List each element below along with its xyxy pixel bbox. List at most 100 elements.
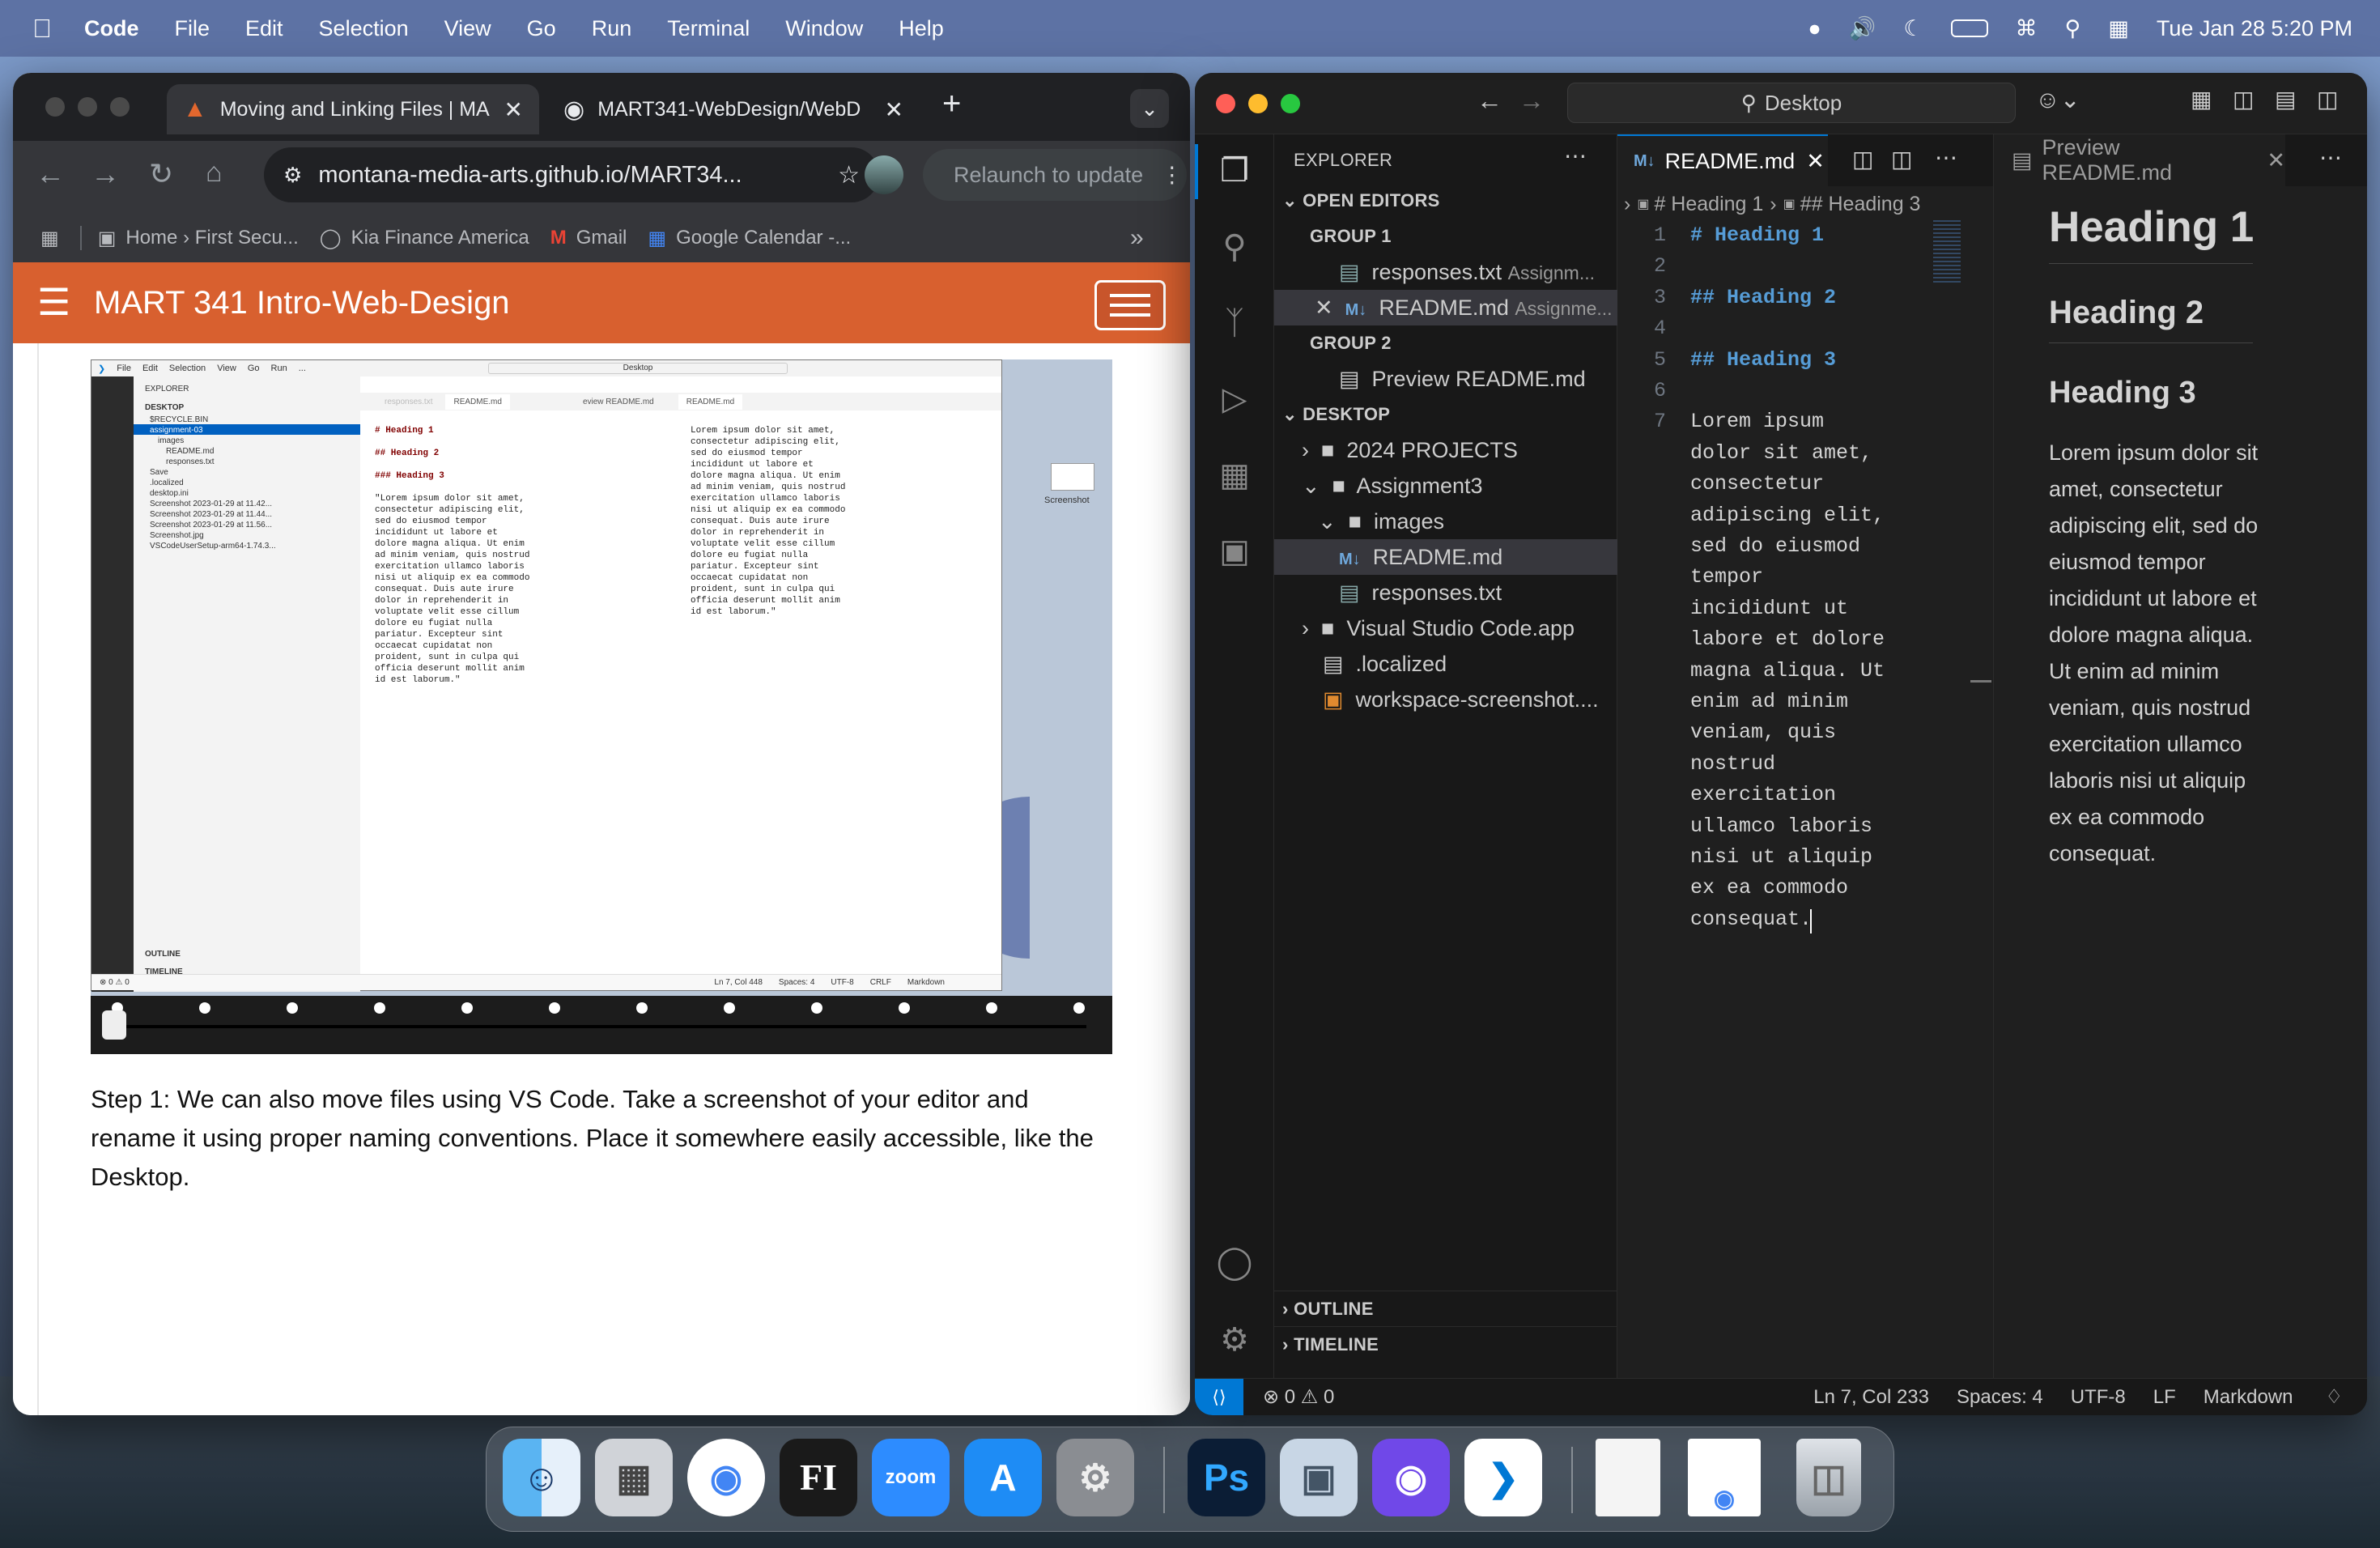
accounts-icon[interactable]: ◯ — [1214, 1242, 1255, 1282]
code-area[interactable]: 1 # Heading 1 2 3 ## Heading 2 4 5 ## Heading 3… — [1617, 223, 1974, 1357]
code-line[interactable]: adipiscing elit, — [1690, 504, 1885, 527]
app-menu-code[interactable]: Code — [84, 16, 139, 41]
open-editors-header[interactable]: ⌄ OPEN EDITORS — [1274, 183, 1617, 219]
outline-section[interactable]: › OUTLINE — [1274, 1291, 1617, 1326]
code-line[interactable]: tempor — [1690, 565, 1763, 589]
dock-document[interactable] — [1596, 1439, 1660, 1516]
minimize-window-button[interactable] — [78, 97, 97, 117]
dock-chrome-document[interactable]: ◉ — [1688, 1439, 1761, 1516]
dock-github-desktop[interactable]: ◉ — [1372, 1439, 1450, 1516]
site-logo-icon[interactable]: ☰ — [37, 280, 78, 324]
battery-icon[interactable] — [1950, 19, 1988, 37]
close-window-button[interactable] — [45, 97, 65, 117]
player-chapter-dot[interactable] — [811, 1002, 822, 1014]
wifi-icon[interactable]: ⌘ — [2016, 16, 2038, 41]
status-problems[interactable]: ⊗ 0 ⚠ 0 — [1263, 1385, 1334, 1409]
explorer-more-icon[interactable]: ⋯ — [1564, 142, 1587, 169]
site-info-icon[interactable]: ⚙ — [283, 163, 302, 188]
player-chapter-dot[interactable] — [724, 1002, 735, 1014]
menu-terminal[interactable]: Terminal — [667, 16, 750, 41]
tab-search-chevron-icon[interactable]: ⌄ — [1130, 89, 1169, 128]
bookmark-gmail[interactable]: Gmail — [576, 227, 627, 249]
code-line[interactable]: labore et dolore — [1690, 627, 1885, 651]
hamburger-menu-button[interactable] — [1094, 280, 1166, 330]
code-line[interactable]: Lorem ipsum — [1690, 410, 1824, 433]
explorer-files-icon[interactable]: ❐ — [1214, 151, 1255, 191]
more-bookmarks-icon[interactable]: » — [1130, 224, 1144, 252]
menu-view[interactable]: View — [444, 16, 491, 41]
kebab-menu-icon[interactable]: ⋮ — [1161, 163, 1183, 188]
breadcrumb-item[interactable]: # Heading 1 — [1654, 193, 1763, 216]
minimap[interactable] — [1933, 220, 1961, 285]
code-line[interactable]: consequat. — [1690, 908, 1824, 931]
volume-icon[interactable]: 🔊 — [1849, 15, 1876, 41]
dock-launchpad[interactable]: ▦ — [595, 1439, 673, 1516]
profile-avatar[interactable] — [865, 155, 903, 194]
forward-arrow-icon[interactable]: → — [91, 157, 120, 191]
code-line[interactable]: consectetur — [1690, 472, 1824, 495]
player-track[interactable] — [115, 1025, 1086, 1028]
close-tab-icon[interactable]: ✕ — [1806, 149, 1825, 174]
dock-app-store[interactable]: A — [964, 1439, 1042, 1516]
menu-go[interactable]: Go — [527, 16, 556, 41]
bookmark-kia[interactable]: Kia Finance America — [351, 227, 529, 249]
dock-chrome[interactable]: ◉ — [687, 1439, 765, 1516]
open-editor-readme[interactable]: ✕ M↓ README.md Assignme... — [1274, 290, 1617, 325]
run-debug-icon[interactable]: ▷ — [1214, 379, 1255, 419]
copilot-icon[interactable]: ☺⌄ — [2035, 86, 2080, 114]
tab-moving-linking[interactable]: ▲ Moving and Linking Files | MA ✕ — [167, 84, 539, 134]
creative-cloud-icon[interactable]: ● — [1808, 16, 1821, 41]
dock-trash[interactable]: ◫ — [1796, 1439, 1861, 1516]
player-chapter-dot[interactable] — [899, 1002, 910, 1014]
menu-file[interactable]: File — [175, 16, 210, 41]
search-icon[interactable]: ⚲ — [1214, 227, 1255, 267]
apple-icon[interactable]:  — [32, 14, 52, 44]
dock-photoshop[interactable]: Ps — [1188, 1439, 1265, 1516]
tree-folder-vscode-app[interactable]: › ■ Visual Studio Code.app — [1274, 610, 1617, 646]
code-line[interactable]: incididunt ut — [1690, 597, 1848, 620]
dock-preview[interactable]: ▣ — [1280, 1439, 1358, 1516]
back-arrow-icon[interactable]: ← — [36, 157, 65, 191]
dock-system-settings[interactable]: ⚙ — [1056, 1439, 1134, 1516]
player-chapter-dot[interactable] — [461, 1002, 473, 1014]
player-chapter-dot[interactable] — [199, 1002, 210, 1014]
control-center-icon[interactable]: ▦ — [2108, 16, 2129, 41]
preview-more-icon[interactable]: ⋯ — [2319, 144, 2342, 171]
player-handle[interactable] — [102, 1010, 126, 1040]
close-tab-icon[interactable]: ✕ — [885, 96, 903, 123]
apps-grid-icon[interactable]: ▦ — [40, 227, 59, 250]
toggle-panel-icon[interactable]: ▤ — [2275, 86, 2296, 113]
split-editor-icon[interactable]: ◫ — [1891, 146, 1912, 172]
dock-vscode[interactable]: ❯ — [1464, 1439, 1542, 1516]
code-line[interactable]: dolor sit amet, — [1690, 441, 1872, 465]
focus-moon-icon[interactable]: ☾ — [1903, 16, 1923, 41]
code-line[interactable]: ullamco laboris — [1690, 814, 1872, 838]
command-center-search[interactable]: ⚲ Desktop — [1567, 83, 2016, 123]
timeline-section[interactable]: › TIMELINE — [1274, 1326, 1617, 1362]
menu-run[interactable]: Run — [592, 16, 632, 41]
player-chapter-dot[interactable] — [636, 1002, 648, 1014]
open-editor-preview[interactable]: ▤ Preview README.md — [1274, 361, 1617, 397]
close-tab-icon[interactable]: ✕ — [504, 96, 523, 123]
menu-selection[interactable]: Selection — [319, 16, 409, 41]
reload-icon[interactable]: ↻ — [149, 157, 173, 191]
tab-readme[interactable]: M↓ README.md ✕ — [1617, 134, 1828, 186]
code-line[interactable]: veniam, quis — [1690, 721, 1836, 744]
status-cursor-position[interactable]: Ln 7, Col 233 — [1813, 1386, 1929, 1409]
open-editor-responses[interactable]: ▤ responses.txt Assignm... — [1274, 254, 1617, 290]
address-bar[interactable]: ⚙ montana-media-arts.github.io/MART34...… — [264, 147, 879, 202]
code-line[interactable]: # Heading 1 — [1690, 223, 1824, 247]
tree-folder-assignment3[interactable]: ⌄ ■ Assignment3 — [1274, 468, 1617, 504]
breadcrumb-item[interactable]: ## Heading 3 — [1800, 193, 1921, 216]
desktop-folder-header[interactable]: ⌄ DESKTOP — [1274, 397, 1617, 432]
close-window-button[interactable] — [1216, 94, 1235, 113]
home-icon[interactable]: ⌂ — [206, 157, 223, 189]
source-control-icon[interactable]: ᛉ — [1214, 303, 1255, 343]
relaunch-button[interactable]: Relaunch to update ⋮ — [923, 149, 1187, 201]
bookmark-home[interactable]: Home › First Secu... — [125, 227, 298, 249]
manage-gear-icon[interactable]: ⚙ — [1214, 1320, 1255, 1360]
menubar-clock[interactable]: Tue Jan 28 5:20 PM — [2157, 16, 2352, 41]
code-line[interactable]: nisi ut aliquip — [1690, 845, 1872, 869]
dock-finder[interactable]: ☺ — [503, 1439, 580, 1516]
code-line[interactable]: exercitation — [1690, 783, 1836, 806]
